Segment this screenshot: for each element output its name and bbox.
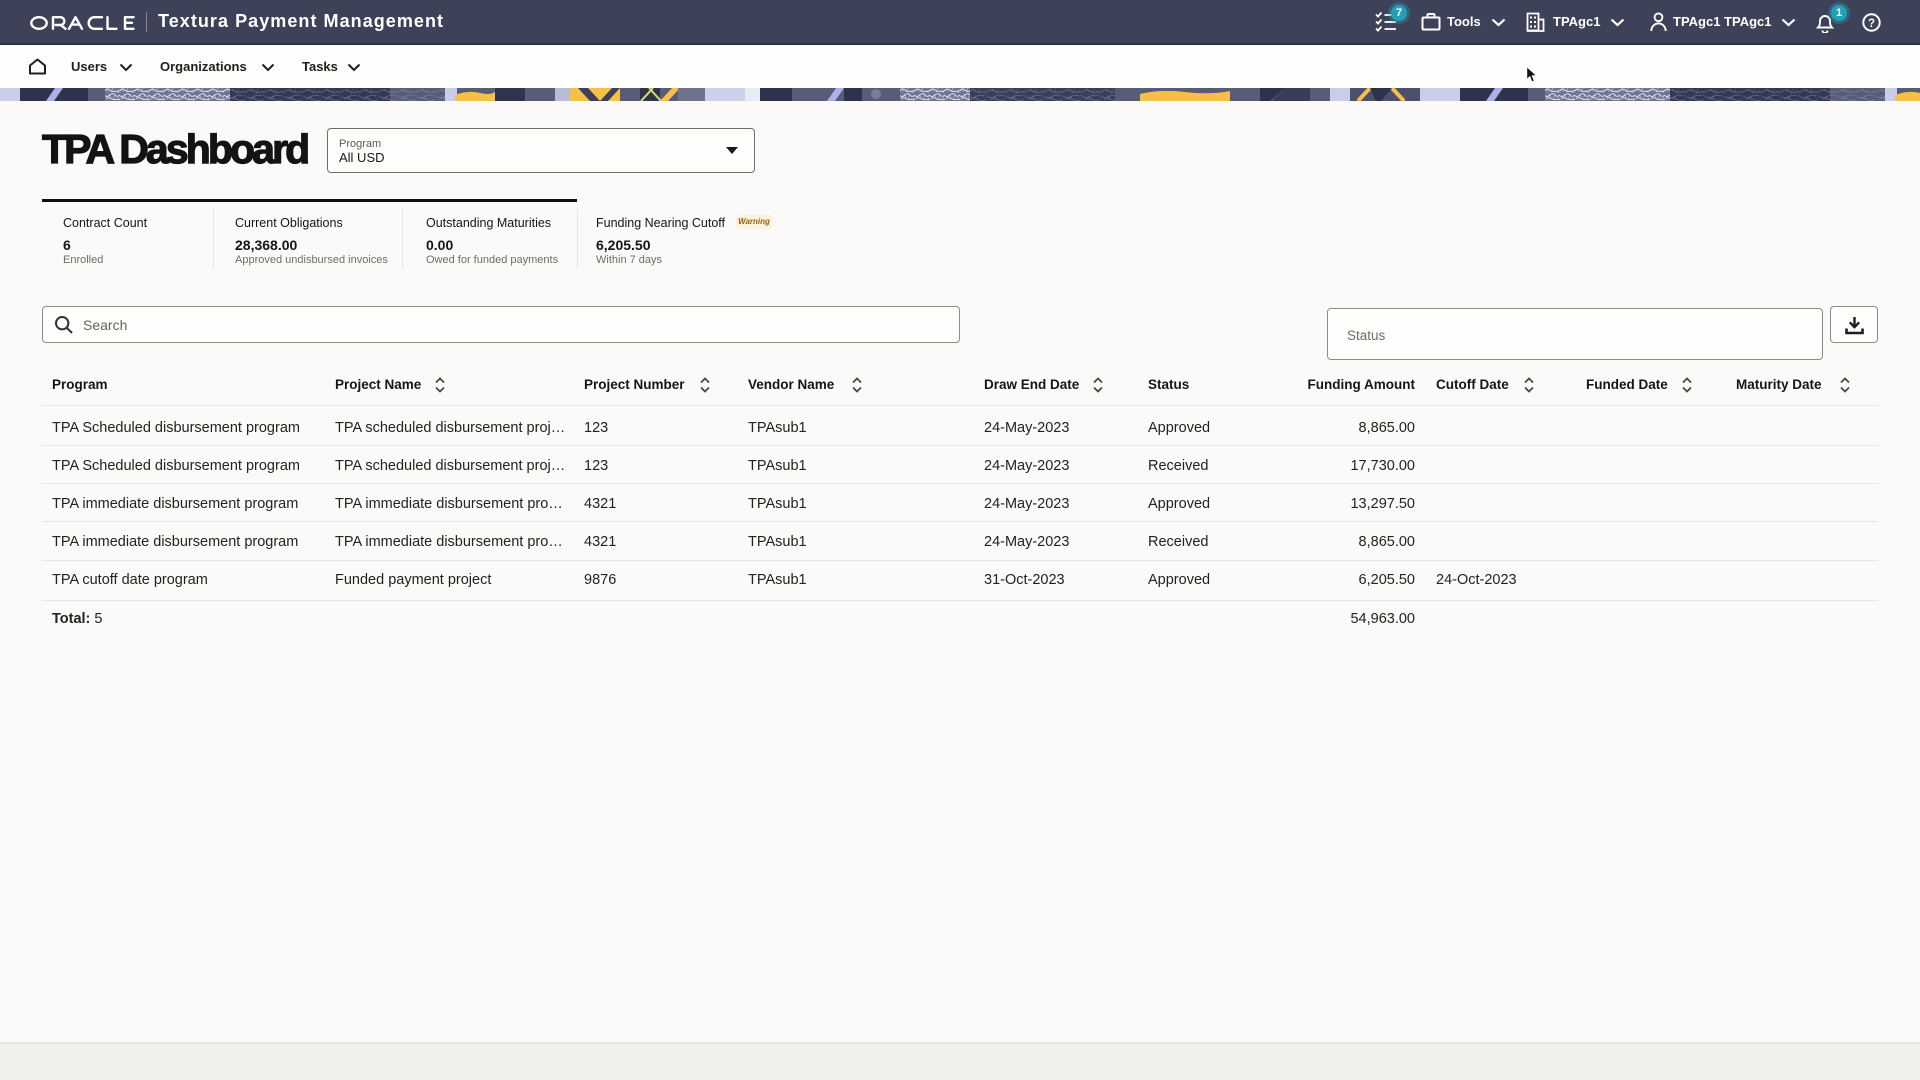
svg-text:?: ?: [1868, 18, 1875, 30]
